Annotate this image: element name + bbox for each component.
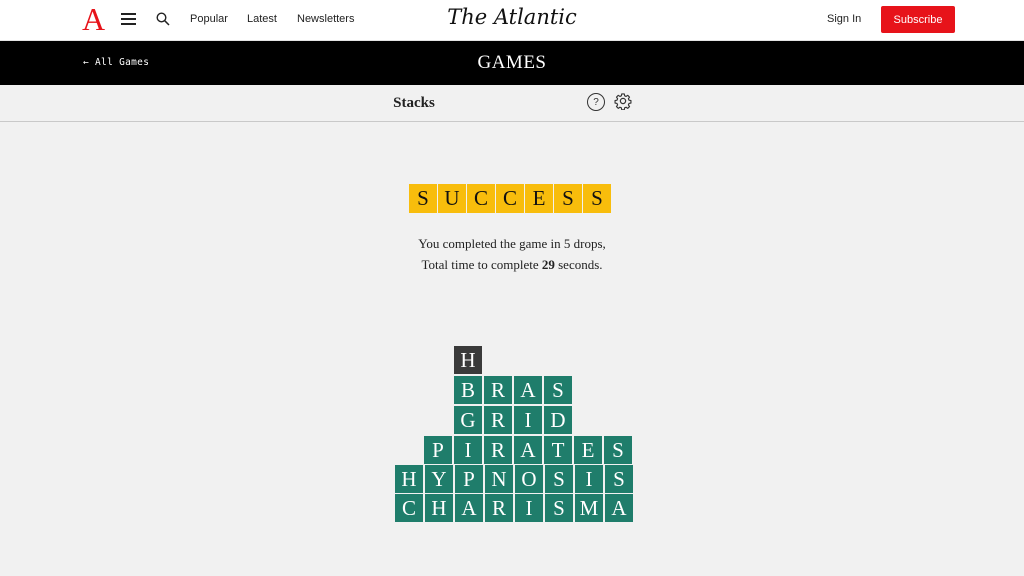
games-bar: ← All Games GAMES — [0, 41, 1024, 85]
game-title: Stacks — [393, 95, 435, 111]
time-prefix: Total time to complete — [421, 257, 542, 272]
subscribe-button[interactable]: Subscribe — [881, 6, 955, 33]
stack-letter-tile: I — [515, 494, 543, 522]
nav-link-popular[interactable]: Popular — [190, 13, 228, 25]
stack-letter-tile: R — [484, 406, 512, 434]
stack-letter-tile: A — [605, 494, 633, 522]
stack-letter-tile: D — [544, 406, 572, 434]
stack-letter-tile: R — [485, 494, 513, 522]
help-icon[interactable]: ? — [587, 93, 605, 111]
stack-letter-tile: H — [425, 494, 453, 522]
game-subheader: Stacks ? — [0, 85, 1024, 122]
stack-letter-tile: A — [455, 494, 483, 522]
stack-letter-tile: I — [454, 436, 482, 464]
result-message-time: Total time to complete 29 seconds. — [0, 257, 1024, 273]
gear-icon[interactable] — [614, 92, 632, 110]
stack-word-row: CHARISMA — [395, 494, 633, 522]
time-value: 29 — [541, 257, 555, 272]
brand-wordmark[interactable]: The Atlantic — [447, 5, 577, 29]
stack-word-row: PIRATES — [424, 436, 632, 464]
stack-word-row: BRAS — [454, 376, 572, 404]
stack-word-row: HYPNOSIS — [395, 465, 633, 493]
stack-letter-tile: I — [575, 465, 603, 493]
stack-letter-tile: N — [485, 465, 513, 493]
stack-letter-tile: S — [604, 436, 632, 464]
stack-letter-tile: B — [454, 376, 482, 404]
stack-letter-tile: P — [424, 436, 452, 464]
stack-letter-tile: R — [484, 376, 512, 404]
stack-letter-tile: H — [395, 465, 423, 493]
stack-letter-tile: R — [484, 436, 512, 464]
stack-word-row: GRID — [454, 406, 572, 434]
stack-letter-tile: E — [574, 436, 602, 464]
stack-letter-tile: S — [545, 465, 573, 493]
stack-letter-tile: M — [575, 494, 603, 522]
success-word: S U C C E S S — [409, 184, 611, 213]
stack-letter-tile: S — [605, 465, 633, 493]
success-letter-tile: C — [467, 184, 495, 213]
success-letter-tile: S — [409, 184, 437, 213]
stack-letter-tile: S — [544, 376, 572, 404]
stack-letter-tile: A — [514, 436, 542, 464]
success-letter-tile: E — [525, 184, 553, 213]
games-title[interactable]: GAMES — [0, 52, 1024, 74]
stack-letter-tile: O — [515, 465, 543, 493]
sign-in-link[interactable]: Sign In — [827, 13, 861, 25]
search-icon[interactable] — [156, 12, 170, 26]
nav-link-latest[interactable]: Latest — [247, 13, 277, 25]
success-letter-tile: S — [554, 184, 582, 213]
stack-letter-tile: G — [454, 406, 482, 434]
falling-letter-tile: H — [454, 346, 482, 374]
success-letter-tile: C — [496, 184, 524, 213]
stack-letter-tile: C — [395, 494, 423, 522]
nav-link-newsletters[interactable]: Newsletters — [297, 13, 354, 25]
result-message-drops: You completed the game in 5 drops, — [418, 236, 606, 251]
menu-icon[interactable] — [121, 13, 136, 25]
success-letter-tile: S — [583, 184, 611, 213]
stack-letter-tile: Y — [425, 465, 453, 493]
atlantic-logo[interactable]: A — [82, 3, 105, 35]
stack-letter-tile: S — [545, 494, 573, 522]
time-suffix: seconds. — [554, 257, 603, 272]
stack-letter-tile: T — [544, 436, 572, 464]
top-nav: A Popular Latest Newsletters The Atlanti… — [0, 0, 1024, 41]
stack-word-row: H — [454, 346, 482, 374]
stack-letter-tile: P — [455, 465, 483, 493]
stack-letter-tile: A — [514, 376, 542, 404]
success-letter-tile: U — [438, 184, 466, 213]
stack-letter-tile: I — [514, 406, 542, 434]
